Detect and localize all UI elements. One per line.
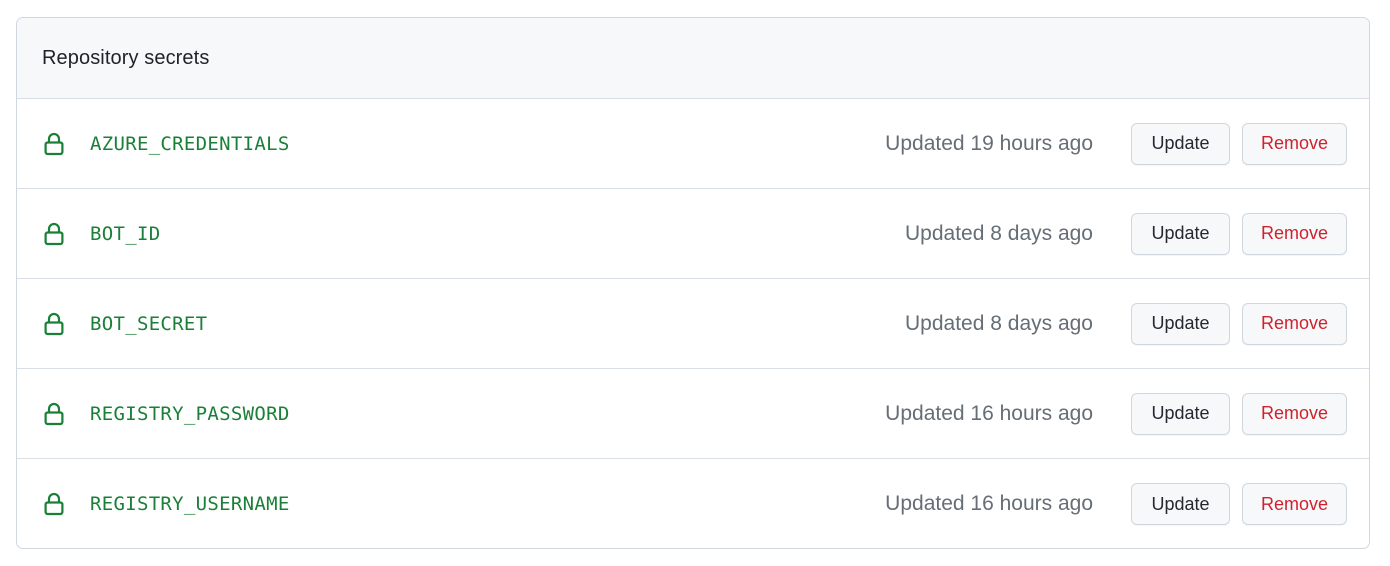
secret-row: REGISTRY_PASSWORD Updated 16 hours ago U… — [17, 369, 1369, 459]
updated-timestamp: Updated 8 days ago — [905, 311, 1093, 335]
secret-row: REGISTRY_USERNAME Updated 16 hours ago U… — [17, 459, 1369, 548]
remove-button[interactable]: Remove — [1242, 122, 1347, 165]
secret-row: AZURE_CREDENTIALS Updated 19 hours ago U… — [17, 99, 1369, 189]
lock-icon — [43, 492, 65, 516]
secret-name: BOT_SECRET — [90, 312, 208, 335]
lock-icon — [43, 402, 65, 426]
secret-row: BOT_ID Updated 8 days ago Update Remove — [17, 189, 1369, 279]
remove-button[interactable]: Remove — [1242, 302, 1347, 345]
secret-name: BOT_ID — [90, 222, 161, 245]
panel-header: Repository secrets — [17, 18, 1369, 99]
secret-row: BOT_SECRET Updated 8 days ago Update Rem… — [17, 279, 1369, 369]
lock-icon — [43, 312, 65, 336]
panel-title: Repository secrets — [42, 46, 210, 69]
secret-list: AZURE_CREDENTIALS Updated 19 hours ago U… — [17, 99, 1369, 548]
remove-button[interactable]: Remove — [1242, 483, 1347, 525]
repository-secrets-panel: Repository secrets AZURE_CREDENTIALS Upd… — [16, 17, 1370, 549]
remove-button[interactable]: Remove — [1242, 212, 1347, 255]
secret-name: REGISTRY_PASSWORD — [90, 402, 290, 425]
updated-timestamp: Updated 19 hours ago — [885, 131, 1093, 155]
update-button[interactable]: Update — [1131, 483, 1230, 525]
secret-name: REGISTRY_USERNAME — [90, 493, 290, 515]
secret-name: AZURE_CREDENTIALS — [90, 132, 290, 155]
update-button[interactable]: Update — [1131, 302, 1230, 345]
update-button[interactable]: Update — [1131, 122, 1230, 165]
update-button[interactable]: Update — [1131, 392, 1230, 435]
updated-timestamp: Updated 8 days ago — [905, 221, 1093, 245]
updated-timestamp: Updated 16 hours ago — [885, 401, 1093, 425]
updated-timestamp: Updated 16 hours ago — [885, 492, 1093, 515]
update-button[interactable]: Update — [1131, 212, 1230, 255]
lock-icon — [43, 222, 65, 246]
remove-button[interactable]: Remove — [1242, 392, 1347, 435]
lock-icon — [43, 132, 65, 156]
